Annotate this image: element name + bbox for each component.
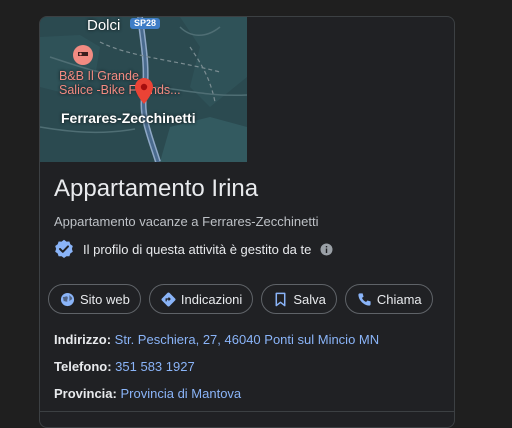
verified-badge-icon xyxy=(55,239,73,258)
address-row: Indirizzo: Str. Peschiera, 27, 46040 Pon… xyxy=(54,332,379,347)
business-profile-card: Dolci SP28 B&B Il Grande Salice -Bike Fr… xyxy=(39,16,455,428)
business-name: Appartamento Irina xyxy=(54,175,259,202)
bookmark-icon xyxy=(275,292,286,306)
road-number-badge: SP28 xyxy=(130,18,161,29)
directions-button-label: Indicazioni xyxy=(180,291,243,307)
phone-label: Telefono: xyxy=(54,359,112,374)
save-button[interactable]: Salva xyxy=(261,284,337,314)
map-place-label: Dolci xyxy=(87,17,121,34)
directions-icon xyxy=(161,292,176,306)
province-label: Provincia: xyxy=(54,386,117,401)
action-buttons: Sito web Indicazioni Salva Chiama xyxy=(48,284,433,314)
map-town-label: Ferrares-Zecchinetti xyxy=(61,110,196,126)
poi-line-1: B&B Il Grande xyxy=(59,69,139,83)
map-poi-label: B&B Il Grande Salice -Bike Friends... xyxy=(59,69,181,97)
verified-profile-row: Il profilo di questa attività è gestito … xyxy=(54,239,333,259)
province-link[interactable]: Provincia di Mantova xyxy=(120,386,241,401)
poi-line-2: Salice -Bike Friends... xyxy=(59,83,181,97)
website-button-label: Sito web xyxy=(80,291,130,307)
address-label: Indirizzo: xyxy=(54,332,112,347)
phone-row: Telefono: 351 583 1927 xyxy=(54,359,195,374)
directions-button[interactable]: Indicazioni xyxy=(148,284,254,314)
business-category: Appartamento vacanze a Ferrares-Zecchine… xyxy=(54,214,319,229)
info-icon[interactable] xyxy=(320,243,333,256)
hotel-icon xyxy=(73,45,93,65)
save-button-label: Salva xyxy=(293,291,326,307)
call-button-label: Chiama xyxy=(376,291,422,307)
verified-profile-text: Il profilo di questa attività è gestito … xyxy=(83,241,312,257)
map-pin-icon xyxy=(135,78,153,104)
map-thumbnail[interactable]: Dolci SP28 B&B Il Grande Salice -Bike Fr… xyxy=(40,17,247,162)
website-button[interactable]: Sito web xyxy=(48,284,141,314)
address-link[interactable]: Str. Peschiera, 27, 46040 Ponti sul Minc… xyxy=(115,332,379,347)
call-button[interactable]: Chiama xyxy=(344,284,433,314)
province-row: Provincia: Provincia di Mantova xyxy=(54,386,241,401)
phone-icon xyxy=(358,292,371,306)
phone-link[interactable]: 351 583 1927 xyxy=(115,359,195,374)
globe-icon xyxy=(60,292,75,306)
